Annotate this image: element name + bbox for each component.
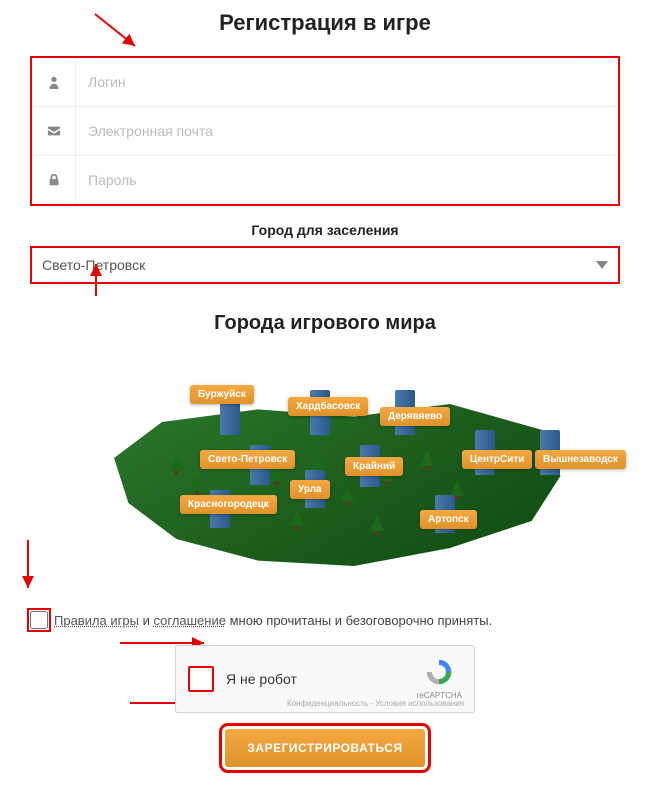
user-icon: [32, 58, 76, 106]
recaptcha-checkbox[interactable]: [188, 666, 214, 692]
register-button[interactable]: ЗАРЕГИСТРИРОВАТЬСЯ: [225, 729, 424, 767]
page-title: Регистрация в игре: [30, 10, 620, 36]
map-section-title: Города игрового мира: [30, 312, 620, 335]
email-input[interactable]: [76, 109, 618, 153]
password-row: [32, 156, 618, 204]
lock-icon: [32, 156, 76, 204]
city-tag[interactable]: Урла: [290, 480, 330, 499]
rules-link[interactable]: Правила игры: [54, 613, 139, 628]
password-input[interactable]: [76, 158, 618, 202]
city-tag[interactable]: Вышнезаводск: [535, 450, 626, 469]
city-tag[interactable]: Красногородецк: [180, 495, 277, 514]
city-tag[interactable]: ЦентрСити: [462, 450, 532, 469]
recaptcha-label: Я не робот: [226, 671, 417, 687]
agreement-text: Правила игры и соглашение мною прочитаны…: [54, 613, 492, 628]
recaptcha-logo: reCAPTCHA: [417, 658, 462, 700]
city-tag[interactable]: Буржуйск: [190, 385, 254, 404]
world-map: Буржуйск Хардбасовск Дерявяево Свето-Пет…: [30, 355, 620, 595]
city-tag[interactable]: Крайний: [345, 457, 403, 476]
registration-form: [30, 56, 620, 206]
city-select[interactable]: Свето-Петровск: [30, 246, 620, 284]
envelope-icon: [32, 107, 76, 155]
agreement-link[interactable]: соглашение: [153, 613, 225, 628]
recaptcha-terms: Конфиденциальность - Условия использован…: [287, 699, 464, 708]
login-input[interactable]: [76, 60, 618, 104]
agreement-checkbox[interactable]: [30, 611, 48, 629]
city-tag[interactable]: Дерявяево: [380, 407, 450, 426]
city-tag[interactable]: Свето-Петровск: [200, 450, 295, 469]
city-tag[interactable]: Артопск: [420, 510, 477, 529]
email-row: [32, 107, 618, 156]
recaptcha: Я не робот reCAPTCHA Конфиденциальность …: [175, 645, 475, 713]
city-tag[interactable]: Хардбасовск: [288, 397, 368, 416]
agreement-row: Правила игры и соглашение мною прочитаны…: [30, 611, 620, 629]
login-row: [32, 58, 618, 107]
city-select-label: Город для заселения: [30, 222, 620, 238]
